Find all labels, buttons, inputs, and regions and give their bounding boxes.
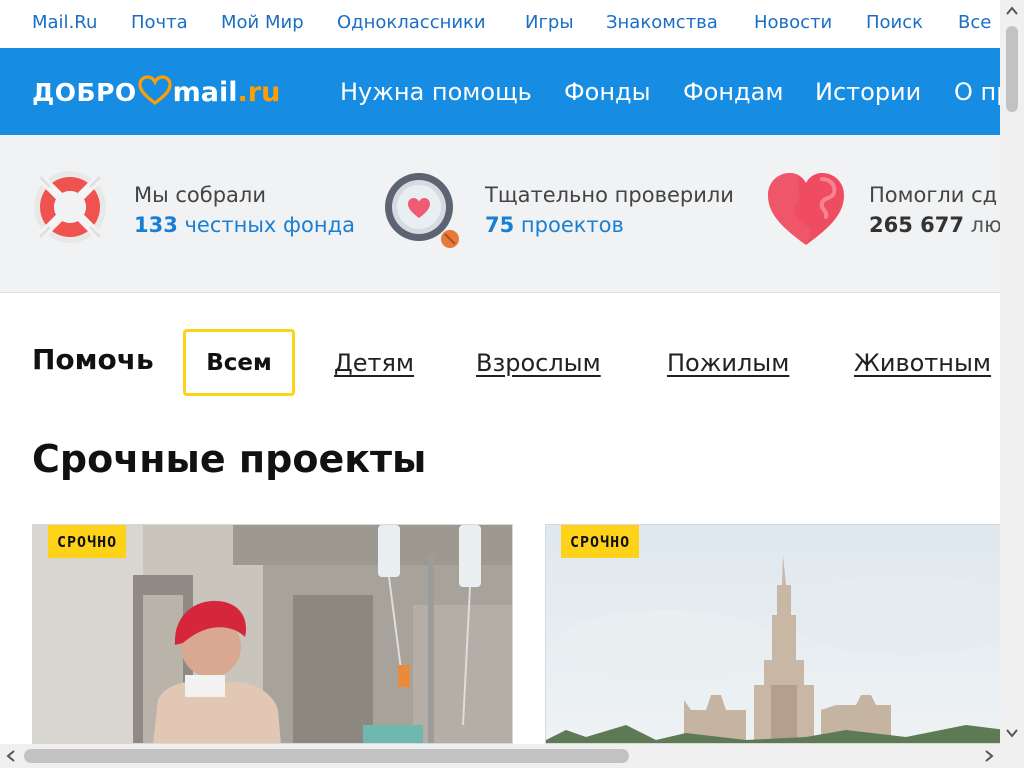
logo-mail: mail	[172, 76, 238, 108]
portal-link-znakomstva[interactable]: Знакомства	[606, 12, 718, 33]
scrollbar-corner	[1000, 744, 1024, 768]
logo-heart-icon	[138, 75, 172, 109]
scroll-left-icon[interactable]	[0, 744, 22, 768]
scroll-down-icon[interactable]	[1000, 722, 1024, 744]
portal-link-vse[interactable]: Все	[958, 12, 991, 33]
stat-people-label: Помогли сд	[869, 183, 998, 207]
nav-stories[interactable]: Истории	[815, 78, 921, 106]
portal-link-poisk[interactable]: Поиск	[866, 12, 923, 33]
help-title: Помочь	[32, 343, 154, 376]
portal-link-mailru[interactable]: Mail.Ru	[32, 12, 97, 33]
filter-animals[interactable]: Животным	[854, 349, 991, 377]
stat-people-value: 265 677 люд	[869, 213, 1000, 237]
portal-link-odnoklassniki[interactable]: Одноклассники	[337, 12, 486, 33]
stat-funds-label: Мы собрали	[134, 183, 266, 207]
scroll-right-icon[interactable]	[978, 744, 1000, 768]
stat-projects-label: Тщательно проверили	[485, 183, 734, 207]
vertical-scrollbar[interactable]	[1000, 0, 1024, 744]
filter-elderly[interactable]: Пожилым	[667, 349, 789, 377]
stat-funds-value[interactable]: 133 честных фонда	[134, 213, 355, 237]
nav-for-funds[interactable]: Фондам	[683, 78, 783, 106]
stat-projects: Тщательно проверили 75 проектов	[485, 183, 734, 237]
horizontal-scrollbar[interactable]	[0, 744, 1000, 768]
logo-ru: .ru	[237, 76, 281, 108]
nav-about[interactable]: О пр	[954, 78, 1000, 106]
lifebuoy-icon	[30, 167, 110, 251]
project-card[interactable]: СРОЧНО	[545, 524, 1005, 744]
portal-bar: Mail.Ru Почта Мой Мир Одноклассники Игры…	[0, 0, 1000, 48]
site-header: ДОБРО mail .ru Нужна помощь Фонды Фондам …	[0, 48, 1000, 135]
stat-funds: Мы собрали 133 честных фонда	[134, 183, 355, 237]
urgent-badge: СРОЧНО	[561, 525, 640, 558]
magnifier-heart-icon	[381, 169, 463, 255]
stats-band: Мы собрали 133 честных фонда Тщательно п…	[0, 135, 1000, 293]
site-logo[interactable]: ДОБРО mail .ru	[32, 74, 280, 110]
logo-dobro: ДОБРО	[32, 77, 137, 107]
help-filters: Помочь Всем Детям Взрослым Пожилым Живот…	[0, 293, 1000, 423]
nav-need-help[interactable]: Нужна помощь	[340, 78, 532, 106]
stat-projects-value[interactable]: 75 проектов	[485, 213, 734, 237]
portal-link-igry[interactable]: Игры	[525, 12, 574, 33]
horizontal-scroll-thumb[interactable]	[24, 749, 629, 763]
heart-icon	[766, 171, 846, 251]
urgent-badge: СРОЧНО	[48, 525, 127, 558]
portal-link-moi-mir[interactable]: Мой Мир	[221, 12, 304, 33]
urgent-projects-title: Срочные проекты	[32, 437, 427, 481]
filter-all-button[interactable]: Всем	[183, 329, 295, 396]
portal-link-novosti[interactable]: Новости	[754, 12, 832, 33]
project-card[interactable]: СРОЧНО	[32, 524, 513, 744]
filter-adults[interactable]: Взрослым	[476, 349, 601, 377]
vertical-scroll-thumb[interactable]	[1006, 26, 1018, 112]
stat-people: Помогли сд 265 677 люд	[869, 183, 1000, 237]
scroll-up-icon[interactable]	[1000, 0, 1024, 22]
filter-children[interactable]: Детям	[334, 349, 414, 377]
nav-funds[interactable]: Фонды	[564, 78, 651, 106]
portal-link-pochta[interactable]: Почта	[131, 12, 188, 33]
